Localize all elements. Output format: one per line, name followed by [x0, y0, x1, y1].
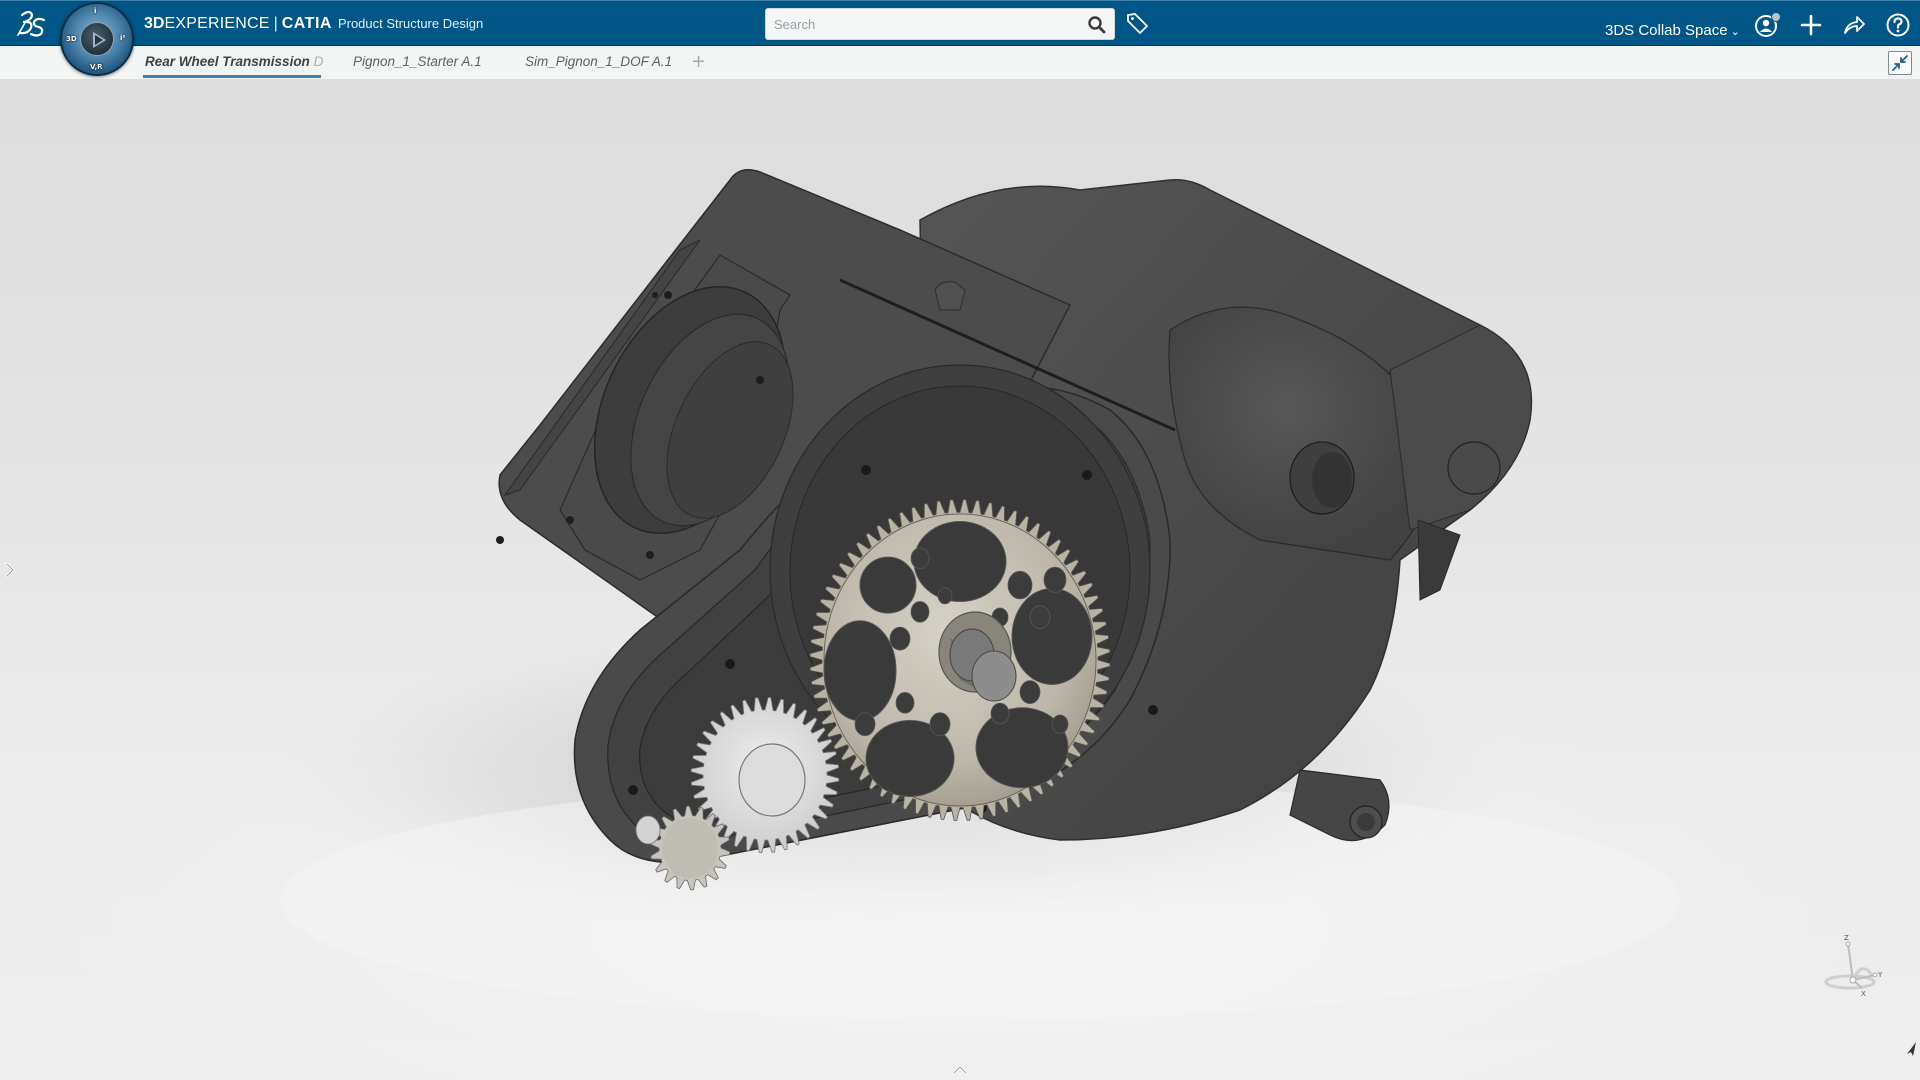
sprocket-hole [859, 556, 917, 614]
compass-label-bottom: V,R [90, 63, 103, 71]
sprocket-hole [823, 620, 897, 722]
sprocket-small-hole [1029, 605, 1051, 630]
intermediate-gear-hub [738, 743, 806, 817]
sprocket-small-hole [910, 547, 930, 570]
cursor-arrow-icon [1907, 1042, 1916, 1056]
compass-play-button[interactable] [80, 22, 114, 56]
mouse-cursor [1904, 1040, 1918, 1058]
sprocket-small-hole [854, 712, 876, 737]
search-input[interactable] [766, 9, 1076, 39]
search-icon [1088, 16, 1106, 34]
app-name: Product Structure Design [337, 16, 484, 31]
tab-label: Sim_Pignon_1_DOF A.1 [525, 54, 673, 69]
search-box [765, 8, 1115, 40]
chevron-right-icon [5, 562, 15, 578]
tab-sim-pignon-dof[interactable]: Sim_Pignon_1_DOF A.1 [525, 46, 672, 80]
brand-separator: | [273, 15, 278, 32]
sprocket-small-hole [1051, 714, 1069, 734]
pinion-shaft [635, 815, 661, 845]
sprocket-small-hole [937, 587, 953, 605]
sprocket-small-hole [895, 692, 915, 714]
active-tab-indicator [143, 75, 321, 78]
add-tab-button[interactable]: + [691, 46, 706, 80]
sprocket-hole [1011, 587, 1093, 685]
minimize-button[interactable] [1888, 51, 1912, 75]
tab-label: Pignon_1_Starter A.1 [353, 54, 482, 69]
sprocket-small-hole [1007, 570, 1033, 600]
add-button[interactable] [1797, 11, 1825, 39]
axis-label-z: Z [1844, 934, 1849, 942]
sprocket-small-hole [990, 702, 1010, 725]
sprocket-small-hole [929, 712, 951, 737]
profile-button[interactable] [1754, 11, 1782, 39]
compass-label-top: i [94, 7, 97, 15]
axis-label-x: X [1861, 990, 1866, 998]
sprocket-small-hole [1019, 680, 1041, 704]
output-shaft-end [971, 650, 1017, 702]
tab-bar: Rear Wheel Transmission D Pignon_1_Start… [0, 46, 1920, 80]
dassault-systemes-logo[interactable] [12, 7, 48, 41]
compass-label-right: i² [120, 34, 126, 42]
pinion-face [662, 818, 718, 878]
tab-label: Rear Wheel Transmission [145, 54, 310, 69]
action-bar-toggle[interactable] [948, 1062, 972, 1078]
top-bar: 3DEXPERIENCE | CATIA Product Structure Desi… [0, 0, 1920, 46]
share-icon [1844, 16, 1865, 34]
tag-icon [1127, 13, 1148, 34]
mounting-ear-hole [1447, 441, 1501, 495]
gearbox-model[interactable] [0, 80, 1920, 1080]
3d-viewport[interactable]: Z Y X [0, 80, 1920, 1080]
sprocket-small-hole [889, 626, 911, 651]
user-profile-icon [1755, 12, 1781, 37]
sprocket-small-hole [910, 601, 930, 623]
side-panel-toggle[interactable] [2, 558, 18, 582]
minimize-arrows-icon [1892, 55, 1908, 71]
tag-button[interactable] [1124, 10, 1152, 38]
play-icon [93, 32, 106, 48]
top-boss [934, 281, 966, 311]
axis-triad-icon: Z Y X [1824, 934, 1883, 998]
lower-foot-hole-inner [1357, 813, 1375, 831]
motor-shaft-bore-inner [1312, 452, 1352, 508]
share-button[interactable] [1840, 11, 1868, 39]
ds-logo-icon [17, 10, 46, 37]
tab-pignon-starter[interactable]: Pignon_1_Starter A.1 [353, 46, 482, 80]
app-title: 3DEXPERIENCE | CATIA Product Structure Desi… [144, 14, 483, 34]
brand-experience: EXPERIENCE [164, 15, 270, 32]
collab-space-label: 3DS Collab Space [1605, 22, 1728, 39]
compass-widget[interactable]: i 3D i² V,R [60, 2, 134, 76]
brand-3d: 3D [144, 15, 165, 32]
plus-icon [1800, 14, 1822, 36]
brand-product: CATIA [281, 15, 332, 32]
help-button[interactable] [1884, 11, 1912, 39]
compass-label-left: 3D [66, 35, 77, 43]
sprocket-small-hole [1043, 566, 1067, 593]
help-icon [1886, 13, 1910, 37]
collab-space-selector[interactable]: 3DS Collab Space ⌄ [1605, 21, 1740, 42]
chevron-up-icon [952, 1065, 968, 1075]
axis-robot-widget[interactable]: Z Y X [1820, 930, 1890, 1000]
search-button[interactable] [1086, 14, 1108, 36]
axis-label-y: Y [1877, 971, 1883, 979]
tab-suffix: D [313, 54, 324, 69]
chevron-down-icon: ⌄ [1730, 26, 1740, 38]
vent-slot [1417, 519, 1461, 601]
